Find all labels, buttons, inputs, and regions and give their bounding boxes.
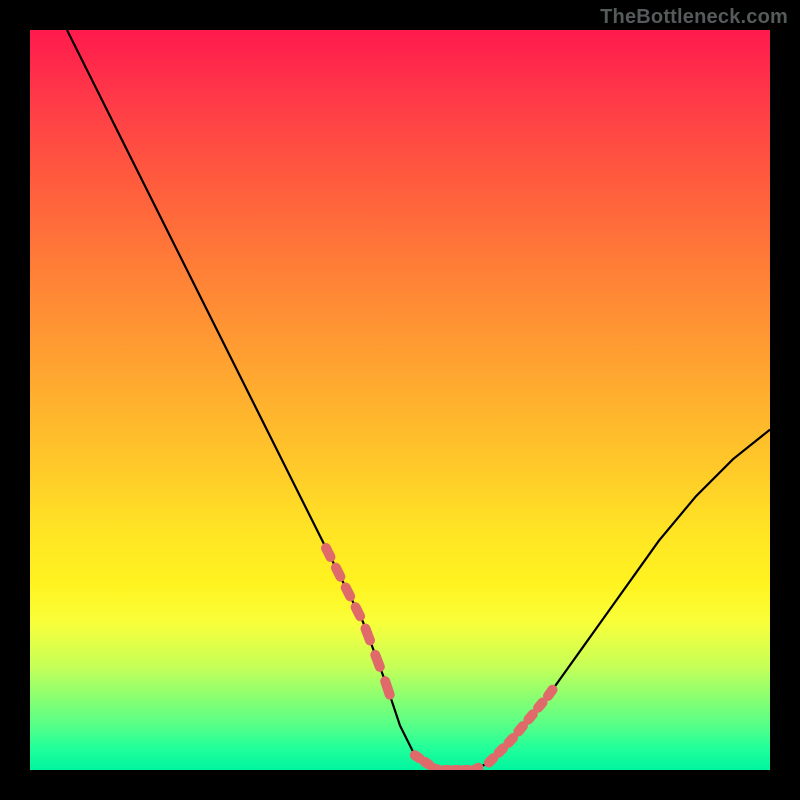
highlight-markers <box>326 548 553 770</box>
chart-frame: TheBottleneck.com <box>0 0 800 800</box>
highlight-dash <box>346 588 351 597</box>
bottleneck-curve <box>67 30 770 770</box>
highlight-dash <box>326 548 331 557</box>
highlight-dash <box>509 738 514 743</box>
highlight-dash <box>375 655 380 667</box>
highlight-dash <box>499 748 504 753</box>
plot-area <box>30 30 770 770</box>
highlight-dash <box>528 714 533 719</box>
highlight-dash <box>489 758 494 763</box>
highlight-dash <box>474 768 479 770</box>
highlight-dash <box>385 681 390 695</box>
curve-layer <box>30 30 770 770</box>
highlight-dash <box>538 703 543 708</box>
highlight-dash <box>366 629 371 641</box>
highlight-dash <box>415 755 420 758</box>
highlight-dash <box>336 568 341 577</box>
highlight-dash <box>548 690 553 696</box>
watermark-text: TheBottleneck.com <box>600 6 788 29</box>
highlight-dash <box>425 762 430 765</box>
highlight-dash <box>356 607 361 616</box>
highlight-dash <box>518 726 523 731</box>
highlight-dash <box>435 768 440 770</box>
